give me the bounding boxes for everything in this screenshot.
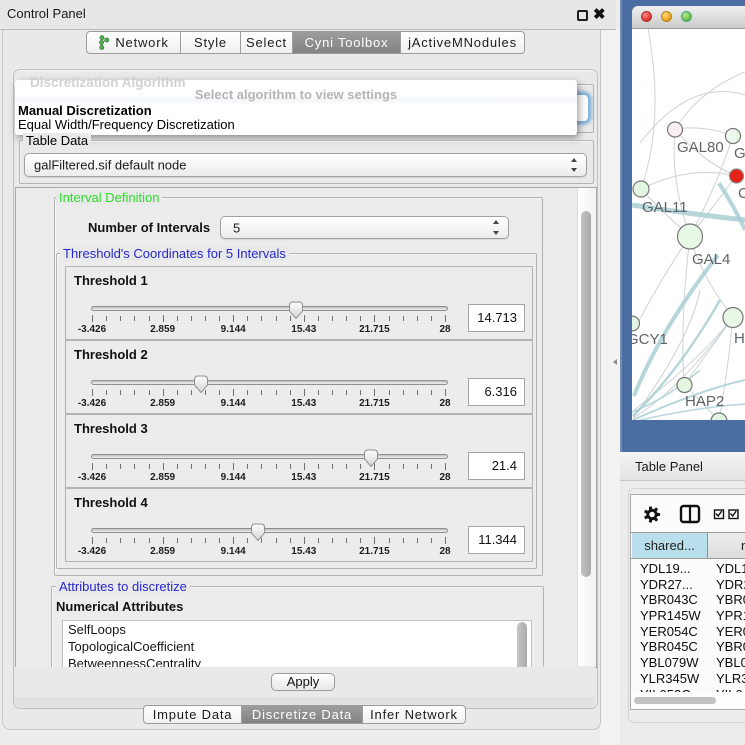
svg-text:HAP2: HAP2 [685,393,724,410]
svg-text:GAL11: GAL11 [642,199,688,216]
svg-text:C: C [738,185,745,202]
svg-text:GCY1: GCY1 [632,331,668,348]
svg-text:GAL80: GAL80 [677,139,724,156]
svg-text:G.: G. [734,145,745,162]
svg-text:H: H [734,330,745,347]
svg-text:GAL4: GAL4 [692,251,730,268]
